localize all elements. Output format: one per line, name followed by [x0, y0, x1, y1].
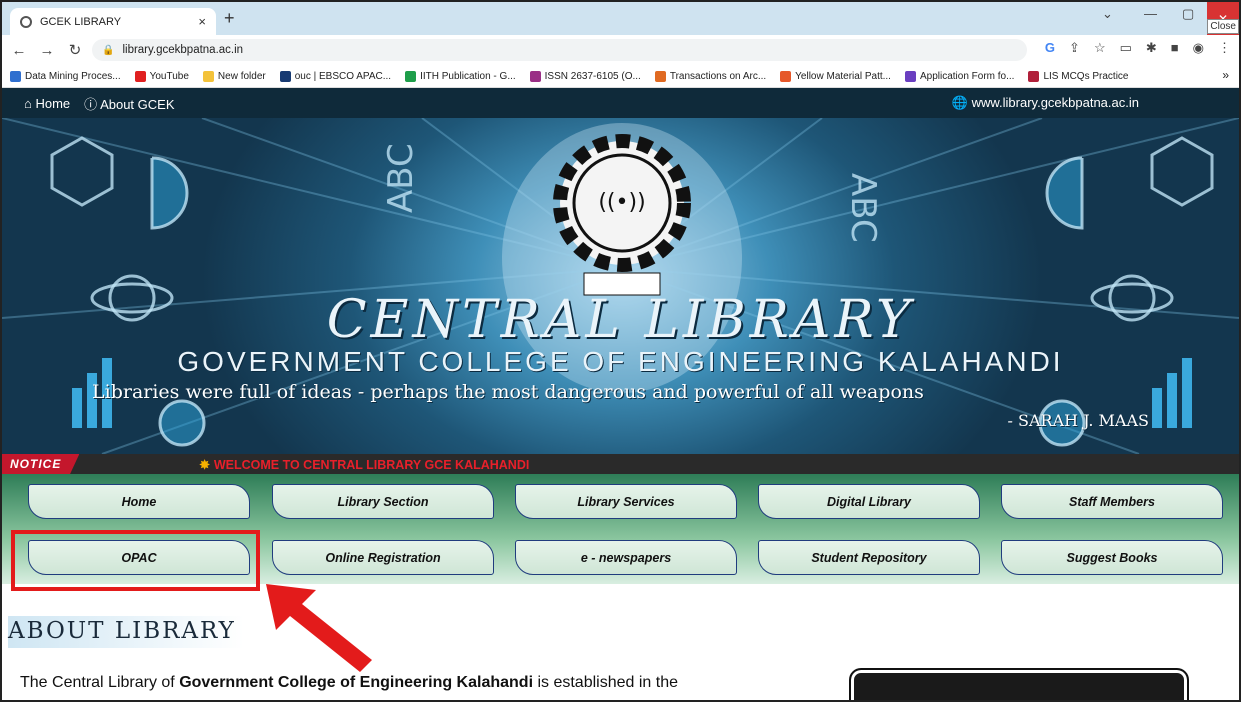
bookmark-label: IITH Publication - G...: [420, 70, 516, 82]
bookmark-label: Yellow Material Patt...: [795, 70, 891, 82]
about-library-heading: ABOUT LIBRARY: [8, 616, 244, 648]
bookmarks-overflow-icon[interactable]: »: [1222, 68, 1229, 82]
red-arrow-icon: [266, 584, 372, 672]
home-link[interactable]: ⌂ Home: [24, 96, 70, 111]
profile-avatar[interactable]: ◉: [1193, 40, 1204, 56]
banner-art: ((•)) ABC ABC: [2, 118, 1239, 454]
banner-quote: Libraries were full of ideas - perhaps t…: [92, 381, 924, 403]
tab-close-icon[interactable]: ×: [198, 14, 206, 29]
site-favicon-icon: [20, 15, 32, 28]
svg-text:((•)): ((•)): [598, 190, 645, 215]
address-bar[interactable]: 🔒 library.gcekbpatna.ac.in: [92, 39, 1027, 61]
bookmark-label: YouTube: [149, 70, 189, 82]
bookmark-label: LIS MCQs Practice: [1043, 70, 1129, 82]
bookmark-item[interactable]: LIS MCQs Practice: [1028, 70, 1129, 82]
lock-icon[interactable]: 🔒: [102, 45, 114, 56]
bookmark-label: Data Mining Proces...: [25, 70, 121, 82]
forward-icon[interactable]: →: [36, 42, 58, 59]
side-panel: [849, 668, 1189, 700]
menu-library-services-button[interactable]: Library Services: [515, 484, 737, 519]
site-url-link[interactable]: 🌐 www.library.gcekbpatna.ac.in: [952, 95, 1139, 111]
bookmark-item[interactable]: New folder: [202, 70, 266, 82]
bookmark-item[interactable]: ouc | EBSCO APAC...: [279, 70, 392, 82]
menu-e-newspapers-button[interactable]: e - newspapers: [515, 540, 737, 575]
library-banner: ((•)) ABC ABC CENTRAL LIBRARY GOVERNMENT…: [2, 118, 1239, 454]
bookmark-item[interactable]: ISSN 2637-6105 (O...: [529, 70, 641, 82]
bookmark-label: Application Form fo...: [919, 70, 1015, 82]
site-url-label: www.library.gcekbpatna.ac.in: [971, 95, 1139, 110]
bookmark-favicon-icon: [780, 70, 792, 82]
bookmark-favicon-icon: [202, 70, 214, 82]
opac-highlight-box: [11, 530, 260, 591]
minimize-icon[interactable]: —: [1144, 6, 1157, 21]
site-top-bar: ⌂ Home ⓘ About GCEK 🌐 www.library.gcekbp…: [2, 88, 1239, 118]
menu-staff-members-button[interactable]: Staff Members: [1001, 484, 1223, 519]
share-icon[interactable]: ⇪: [1069, 40, 1080, 56]
menu-student-repository-button[interactable]: Student Repository: [758, 540, 980, 575]
tab-title: GCEK LIBRARY: [40, 15, 122, 28]
bookmark-favicon-icon: [1028, 70, 1040, 82]
reload-icon[interactable]: ↻: [64, 41, 86, 59]
bookmark-item[interactable]: IITH Publication - G...: [405, 70, 516, 82]
bookmark-favicon-icon: [405, 70, 417, 82]
sidebar-icon[interactable]: ■: [1171, 40, 1179, 56]
tab-strip: GCEK LIBRARY × + ⌄ — ▢ ✕ Close: [2, 2, 1239, 35]
address-url: library.gcekbpatna.ac.in: [122, 44, 244, 56]
menu-dots-icon[interactable]: ⋮: [1218, 40, 1231, 56]
bookmark-item[interactable]: Application Form fo...: [904, 70, 1015, 82]
banner-subtitle: GOVERNMENT COLLEGE OF ENGINEERING KALAHA…: [177, 346, 1064, 377]
browser-tab[interactable]: GCEK LIBRARY ×: [10, 8, 216, 35]
bookmark-favicon-icon: [904, 70, 916, 82]
bookmark-label: ISSN 2637-6105 (O...: [544, 70, 641, 82]
bookmark-favicon-icon: [529, 70, 541, 82]
svg-text:ABC: ABC: [381, 143, 421, 213]
close-tooltip: Close: [1207, 19, 1239, 34]
screen: GCEK LIBRARY × + ⌄ — ▢ ✕ Close ← → ↻ 🔒 l…: [0, 0, 1241, 702]
about-text-post: is established in the: [533, 674, 678, 691]
bookmark-favicon-icon: [10, 70, 21, 82]
home-link-label: Home: [35, 95, 71, 111]
bookmark-star-icon[interactable]: ☆: [1094, 40, 1106, 56]
page-icon[interactable]: ▭: [1120, 40, 1132, 56]
tab-search-icon[interactable]: ⌄: [1102, 6, 1113, 22]
bookmarks-bar: Data Mining Proces... YouTube New folder ou…: [2, 65, 1239, 88]
bookmark-label: New folder: [217, 70, 266, 82]
restore-icon[interactable]: ▢: [1182, 6, 1194, 22]
svg-text:ABC: ABC: [843, 173, 883, 243]
about-gcek-label: About GCEK: [100, 96, 175, 112]
bookmark-item[interactable]: Yellow Material Patt...: [780, 70, 891, 82]
bookmark-label: Transactions on Arc...: [669, 70, 767, 82]
sparkle-icon: ✸: [199, 457, 210, 472]
about-text-pre: The Central Library of: [20, 674, 180, 691]
toolbar-icons: G ⇪ ☆ ▭ ✱ ■ ◉ ⋮: [1045, 40, 1231, 56]
menu-home-button[interactable]: Home: [28, 484, 250, 519]
notice-ticker: NOTICE ✸ WELCOME TO CENTRAL LIBRARY GCE K…: [2, 454, 1239, 474]
browser-toolbar: ← → ↻ 🔒 library.gcekbpatna.ac.in G ⇪ ☆ ▭…: [2, 35, 1239, 65]
banner-quote-author: - SARAH J. MAAS: [1007, 411, 1149, 430]
menu-digital-library-button[interactable]: Digital Library: [758, 484, 980, 519]
menu-online-registration-button[interactable]: Online Registration: [272, 540, 494, 575]
menu-library-section-button[interactable]: Library Section: [272, 484, 494, 519]
bookmark-label: ouc | EBSCO APAC...: [294, 70, 392, 82]
about-gcek-link[interactable]: ⓘ About GCEK: [84, 94, 174, 113]
new-tab-button[interactable]: +: [224, 8, 235, 29]
extensions-icon[interactable]: ✱: [1146, 40, 1157, 56]
notice-message[interactable]: ✸ WELCOME TO CENTRAL LIBRARY GCE KALAHAND…: [199, 457, 529, 472]
bookmark-favicon-icon: [654, 70, 666, 82]
notice-label: NOTICE: [2, 454, 80, 474]
menu-suggest-books-button[interactable]: Suggest Books: [1001, 540, 1223, 575]
bookmark-favicon-icon: [279, 70, 291, 82]
bookmark-item[interactable]: Transactions on Arc...: [654, 70, 767, 82]
banner-title: CENTRAL LIBRARY: [326, 290, 915, 350]
bookmark-favicon-icon: [134, 70, 146, 82]
about-text-bold: Government College of Engineering Kalaha…: [179, 674, 534, 691]
about-library-text: The Central Library of Government Colleg…: [20, 674, 678, 692]
bookmark-item[interactable]: Data Mining Proces...: [10, 70, 121, 82]
google-icon[interactable]: G: [1045, 40, 1055, 56]
bookmark-item[interactable]: YouTube: [134, 70, 189, 82]
notice-message-text: WELCOME TO CENTRAL LIBRARY GCE KALAHANDI: [213, 457, 530, 472]
back-icon[interactable]: ←: [8, 42, 30, 59]
